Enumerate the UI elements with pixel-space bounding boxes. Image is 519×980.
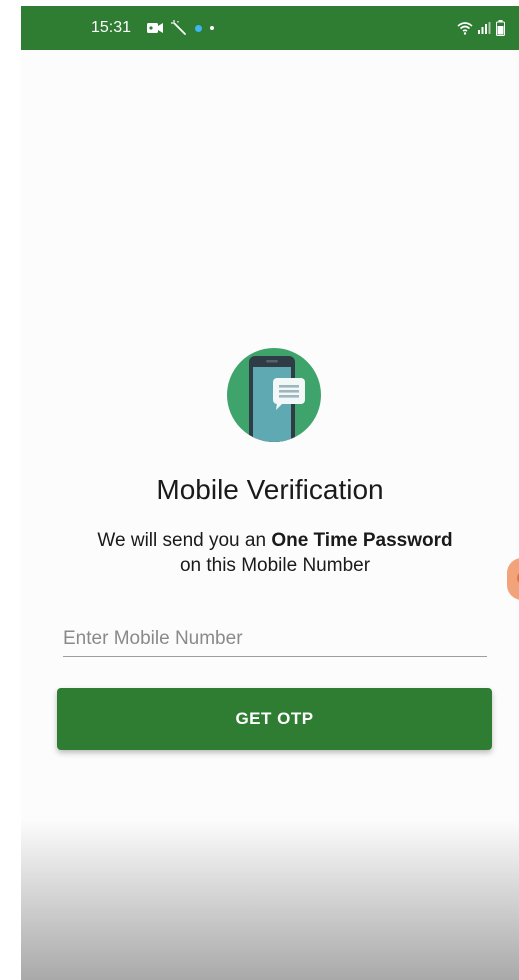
description-prefix: We will send you an xyxy=(97,530,272,551)
phone-message-icon xyxy=(249,356,305,442)
verification-logo xyxy=(227,348,321,442)
verification-description: We will send you an One Time Password on… xyxy=(51,528,499,578)
page-title: Mobile Verification xyxy=(156,474,384,505)
floating-chat-head[interactable] xyxy=(507,558,519,600)
description-suffix: on this Mobile Number xyxy=(179,555,371,576)
magic-wand-icon xyxy=(171,20,186,35)
video-camera-icon xyxy=(147,23,163,33)
description-highlight: One Time Password xyxy=(271,530,453,551)
get-otp-button[interactable]: GET OTP xyxy=(57,688,492,750)
more-notifications-dot-icon xyxy=(210,26,214,30)
mobile-number-input[interactable] xyxy=(63,622,487,657)
wifi-icon xyxy=(457,22,473,35)
status-time: 15:31 xyxy=(91,19,132,36)
status-left-icons xyxy=(147,18,214,38)
signal-icon xyxy=(478,22,491,34)
battery-icon xyxy=(496,20,505,36)
bottom-shade xyxy=(21,820,519,980)
status-right-icons xyxy=(457,18,505,38)
notification-dot-icon xyxy=(195,24,202,32)
app-screen: 15:31 Mobile Verification We will send y… xyxy=(21,6,519,980)
status-bar: 15:31 xyxy=(21,6,519,50)
app-frame: 15:31 Mobile Verification We will send y… xyxy=(0,0,519,980)
